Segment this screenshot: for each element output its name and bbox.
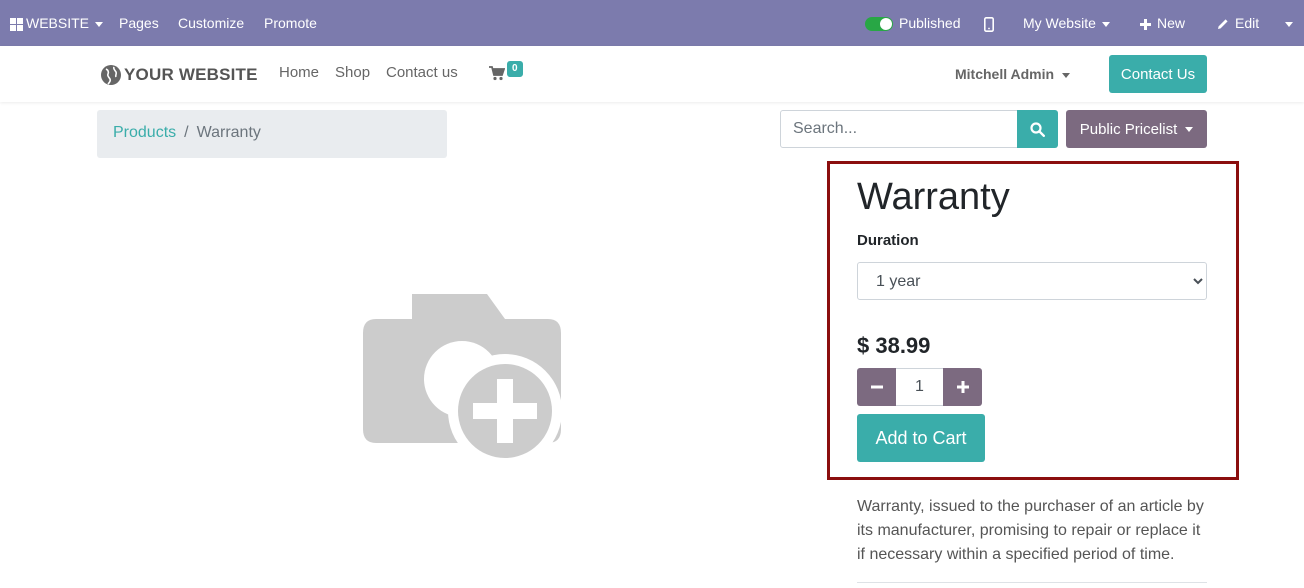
product-description: Warranty, issued to the purchaser of an … — [857, 498, 1204, 563]
mobile-phone-icon — [984, 16, 994, 32]
publish-toggle[interactable]: Published — [865, 0, 961, 46]
divider — [857, 582, 1207, 583]
cart-count-badge: 0 — [507, 61, 523, 77]
user-name: Mitchell Admin — [955, 66, 1055, 82]
chevron-down-icon — [1101, 21, 1110, 27]
site-header: YOUR WEBSITE Home Shop Contact us Contac… — [0, 46, 1304, 102]
shopping-cart-icon — [489, 66, 506, 81]
website-menu[interactable]: WEBSITE — [10, 0, 104, 46]
new-label: New — [1157, 15, 1186, 31]
nav-home[interactable]: Home — [279, 64, 319, 81]
pricelist-label: Public Pricelist — [1079, 120, 1178, 138]
breadcrumb-current: Warranty — [196, 124, 261, 141]
globe-icon — [101, 65, 121, 85]
pencil-icon — [1218, 19, 1228, 30]
duration-label: Duration — [857, 232, 919, 249]
product-image — [362, 293, 562, 474]
pricelist-dropdown[interactable]: Public Pricelist — [1066, 110, 1207, 148]
pages-menu[interactable]: Pages — [119, 0, 159, 46]
product-price: $ 38.99 — [857, 333, 931, 358]
product-name: Warranty — [857, 176, 1010, 218]
add-to-cart-button[interactable]: Add to Cart — [857, 414, 985, 462]
chevron-down-icon — [1285, 21, 1293, 27]
search-input[interactable] — [780, 110, 1018, 148]
minus-icon — [870, 385, 883, 389]
breadcrumb: Products / Warranty — [97, 110, 447, 158]
toggle-switch-icon — [865, 17, 893, 32]
contact-us-button[interactable]: Contact Us — [1109, 55, 1207, 93]
nav-shop[interactable]: Shop — [335, 64, 370, 81]
plus-icon — [1140, 18, 1151, 30]
customize-menu[interactable]: Customize — [178, 0, 244, 46]
plus-icon — [956, 381, 969, 393]
camera-add-icon — [363, 294, 562, 468]
nav-contact-us[interactable]: Contact us — [386, 64, 458, 81]
breadcrumb-products-link[interactable]: Products — [113, 124, 176, 141]
website-menu-label: WEBSITE — [26, 15, 90, 31]
more-dropdown[interactable] — [1285, 0, 1293, 46]
search-button[interactable] — [1017, 110, 1058, 148]
published-label: Published — [899, 15, 961, 31]
quantity-increase-button[interactable] — [943, 368, 982, 406]
promote-menu[interactable]: Promote — [264, 0, 317, 46]
new-button[interactable]: New — [1140, 0, 1185, 46]
chevron-down-icon — [95, 21, 104, 27]
breadcrumb-separator: / — [184, 124, 189, 141]
my-website-label: My Website — [1023, 15, 1096, 31]
quantity-decrease-button[interactable] — [857, 368, 896, 406]
admin-navbar: WEBSITE Pages Customize Promote Publishe… — [0, 0, 1304, 46]
duration-select[interactable]: 1 year — [857, 262, 1207, 300]
site-logo[interactable]: YOUR WEBSITE — [100, 62, 258, 88]
edit-button[interactable]: Edit — [1217, 0, 1259, 46]
site-logo-text: YOUR WEBSITE — [124, 65, 258, 84]
apps-grid-icon — [10, 17, 23, 31]
cart-link[interactable] — [489, 66, 506, 86]
user-menu[interactable]: Mitchell Admin — [955, 66, 1071, 82]
my-website-menu[interactable]: My Website — [1023, 0, 1110, 46]
chevron-down-icon — [1062, 72, 1071, 78]
mobile-preview-button[interactable] — [984, 0, 994, 46]
edit-label: Edit — [1235, 15, 1260, 31]
chevron-down-icon — [1185, 126, 1194, 132]
quantity-input[interactable] — [896, 368, 943, 406]
search-icon — [1030, 121, 1045, 137]
